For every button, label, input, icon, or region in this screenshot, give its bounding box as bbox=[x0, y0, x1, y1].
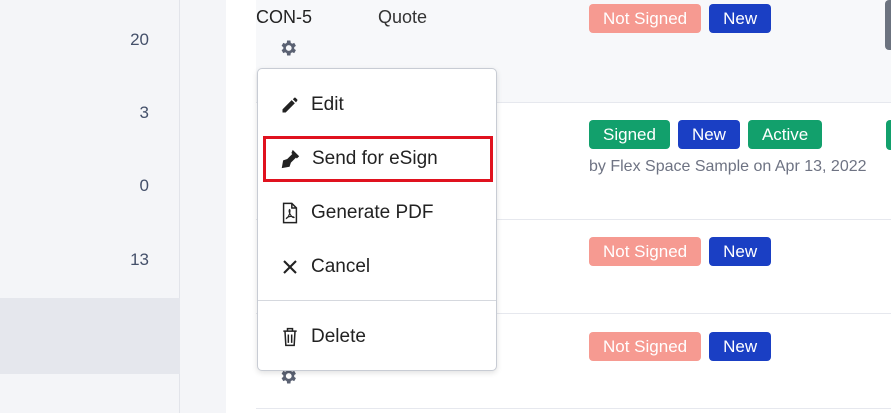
status-badge: Not Signed bbox=[589, 4, 702, 33]
pencil-icon bbox=[279, 94, 301, 116]
contract-id[interactable]: CON-5 bbox=[256, 7, 312, 28]
scrollbar-thumb[interactable] bbox=[885, 0, 891, 50]
status-badges: Not Signed New bbox=[589, 237, 772, 266]
menu-item-generate-pdf[interactable]: Generate PDF bbox=[258, 190, 496, 236]
menu-divider bbox=[258, 300, 496, 301]
status-badge: Not Signed bbox=[589, 237, 702, 266]
count-value: 3 bbox=[139, 103, 149, 122]
selected-row-band[interactable] bbox=[0, 298, 180, 374]
menu-item-cancel[interactable]: Cancel bbox=[258, 244, 496, 290]
contract-type: Quote bbox=[378, 7, 428, 27]
row-actions-menu: Edit Send for eSign Generate PDF Cancel … bbox=[257, 68, 497, 371]
menu-item-label: Cancel bbox=[311, 256, 371, 277]
menu-item-label: Delete bbox=[311, 326, 366, 347]
menu-item-label: Edit bbox=[311, 94, 344, 115]
status-badge: New bbox=[709, 332, 772, 361]
count-value: 20 bbox=[130, 30, 149, 49]
count-value: 0 bbox=[139, 176, 149, 195]
status-badges: Not Signed New bbox=[589, 332, 772, 361]
menu-item-send-for-esign[interactable]: Send for eSign bbox=[263, 136, 493, 182]
status-badge: Not Signed bbox=[589, 332, 702, 361]
signed-by-text: by Flex Space Sample on Apr 13, 2022 bbox=[589, 158, 867, 175]
status-badge: New bbox=[677, 120, 740, 149]
status-badge: New bbox=[709, 4, 772, 33]
status-badges: Not Signed New bbox=[589, 4, 772, 33]
menu-item-label: Generate PDF bbox=[311, 202, 434, 223]
pen-nib-icon bbox=[279, 148, 301, 170]
status-badges: Signed New Active bbox=[589, 120, 823, 149]
menu-item-edit[interactable]: Edit bbox=[258, 82, 496, 128]
status-badge: Signed bbox=[589, 120, 670, 149]
count-value: 13 bbox=[130, 250, 149, 269]
trash-icon bbox=[279, 326, 301, 348]
status-badge-edge bbox=[886, 120, 891, 150]
gear-icon[interactable] bbox=[278, 38, 298, 58]
status-badge: New bbox=[709, 237, 772, 266]
left-panel: 20 3 0 13 bbox=[0, 0, 180, 413]
status-badge: Active bbox=[747, 120, 823, 149]
pdf-file-icon bbox=[279, 202, 301, 224]
menu-item-delete[interactable]: Delete bbox=[258, 314, 496, 360]
x-icon bbox=[279, 256, 301, 278]
menu-item-label: Send for eSign bbox=[312, 148, 438, 169]
